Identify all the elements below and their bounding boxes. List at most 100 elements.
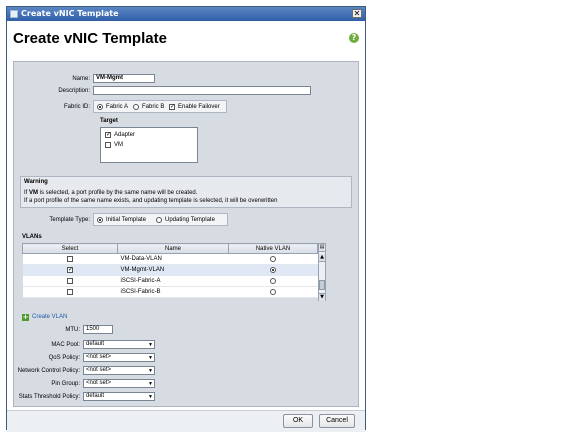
vlan-name-cell: VM-Data-VLAN [117, 253, 229, 265]
enable-failover-checkbox[interactable]: ✓ [169, 104, 175, 110]
select-cell [22, 253, 118, 265]
select-cell [22, 275, 118, 287]
form-panel: Name: VM-Mgmt Description: Fabric ID: Fa… [13, 61, 359, 407]
column-header-select[interactable]: Select [22, 243, 118, 254]
ok-button[interactable]: OK [283, 414, 313, 428]
select-cell [22, 286, 118, 298]
warning-line-1: If VM is selected, a port profile by the… [24, 190, 198, 196]
column-chooser-icon[interactable]: ▤ [319, 244, 325, 252]
title-bar[interactable]: Create vNIC Template ✕ [7, 7, 365, 21]
native-vlan-radio[interactable] [270, 266, 276, 273]
target-title: Target [100, 118, 118, 124]
table-row[interactable]: iSCSI-Fabric-A [22, 275, 318, 287]
vlan-select-checkbox[interactable]: ✓ [67, 266, 73, 273]
add-icon[interactable]: + [22, 314, 29, 321]
updating-template-radio[interactable] [156, 217, 162, 223]
initial-template-radio[interactable] [97, 217, 103, 223]
warning-box: Warning If VM is selected, a port profil… [20, 176, 352, 208]
network-control-policy-dropdown[interactable]: <not set> ▼ [83, 366, 155, 375]
target-adapter-checkbox[interactable]: ✓ [105, 132, 111, 138]
fabric-a-radio[interactable] [97, 104, 103, 110]
chevron-down-icon: ▼ [148, 368, 153, 374]
select-cell: ✓ [22, 264, 118, 276]
chevron-down-icon: ▼ [148, 394, 153, 400]
column-header-native-vlan[interactable]: Native VLAN [228, 243, 318, 254]
fabric-b-radio[interactable] [133, 104, 139, 110]
mac-pool-label: MAC Pool: [51, 342, 80, 348]
template-type-label: Template Type: [49, 217, 90, 223]
table-row[interactable]: iSCSI-Fabric-B [22, 286, 318, 298]
dialog-header: Create vNIC Template ? [7, 21, 365, 56]
target-vm-label: VM [114, 142, 123, 148]
mtu-label: MTU: [65, 327, 80, 333]
target-adapter-label: Adapter [114, 132, 136, 138]
window-title: Create vNIC Template [21, 9, 119, 18]
network-control-policy-label: Network Control Policy: [17, 368, 80, 374]
template-type-group: Initial Template Updating Template [93, 213, 228, 226]
pin-group-label: Pin Group: [51, 381, 80, 387]
vlan-select-checkbox[interactable] [67, 277, 73, 284]
chevron-down-icon: ▼ [148, 355, 153, 361]
description-field[interactable] [93, 86, 311, 95]
fabric-id-label: Fabric ID: [63, 104, 90, 110]
vlan-name-cell: VM-Mgmt-VLAN [117, 264, 229, 276]
scroll-thumb[interactable] [319, 280, 325, 290]
table-row[interactable]: VM-Data-VLAN [22, 253, 318, 265]
initial-template-label: Initial Template [106, 217, 146, 223]
warning-line-2: If a port profile of the same name exist… [24, 198, 278, 204]
native-cell [228, 275, 318, 287]
create-vlan-link[interactable]: Create VLAN [32, 314, 67, 320]
page-title: Create vNIC Template [13, 30, 167, 47]
pin-group-value: <not set> [86, 380, 112, 386]
chevron-down-icon: ▼ [148, 381, 153, 387]
table-row[interactable]: ✓ VM-Mgmt-VLAN [22, 264, 318, 276]
native-cell [228, 253, 318, 265]
fabric-b-label: Fabric B [142, 104, 165, 110]
vlan-name-cell: iSCSI-Fabric-B [117, 286, 229, 298]
network-control-policy-value: <not set> [86, 367, 112, 373]
native-cell [228, 286, 318, 298]
vlans-title: VLANs [22, 234, 42, 240]
scroll-up-icon[interactable]: ▲ [319, 254, 325, 262]
vlan-select-checkbox[interactable] [67, 288, 73, 295]
vlans-header-row: Select Name Native VLAN [22, 243, 318, 254]
vlan-select-checkbox[interactable] [67, 255, 73, 262]
pin-group-dropdown[interactable]: <not set> ▼ [83, 379, 155, 388]
native-vlan-radio[interactable] [270, 288, 276, 295]
cancel-button[interactable]: Cancel [319, 414, 355, 428]
warning-title: Warning [24, 179, 48, 185]
qos-policy-dropdown[interactable]: <not set> ▼ [83, 353, 155, 362]
vlans-table: Select Name Native VLAN VM-Data-VLAN ✓ V… [22, 243, 318, 298]
target-vm-checkbox[interactable] [105, 142, 111, 148]
dialog-body: Name: VM-Mgmt Description: Fabric ID: Fa… [7, 55, 365, 432]
name-field[interactable]: VM-Mgmt [93, 74, 155, 83]
mtu-field[interactable]: 1500 [83, 325, 113, 334]
fabric-a-label: Fabric A [106, 104, 129, 110]
help-icon[interactable]: ? [349, 33, 359, 43]
mac-pool-value: default [86, 341, 105, 347]
dialog-footer: OK Cancel [7, 410, 365, 432]
stats-threshold-policy-dropdown[interactable]: default ▼ [83, 392, 155, 401]
fabric-id-group: Fabric A Fabric B ✓ Enable Failover [93, 100, 227, 113]
enable-failover-label: Enable Failover [178, 104, 220, 110]
chevron-down-icon: ▼ [148, 342, 153, 348]
qos-policy-label: QoS Policy: [48, 355, 80, 361]
target-list: ✓ Adapter VM [100, 127, 198, 163]
description-label: Description: [58, 88, 90, 94]
dialog-window: Create vNIC Template ✕ Create vNIC Templ… [6, 6, 366, 432]
stats-threshold-policy-value: default [86, 393, 105, 399]
close-icon[interactable]: ✕ [352, 9, 362, 18]
qos-policy-value: <not set> [86, 354, 112, 360]
stats-threshold-policy-label: Stats Threshold Policy: [18, 394, 80, 400]
native-vlan-radio[interactable] [270, 255, 276, 262]
mac-pool-dropdown[interactable]: default ▼ [83, 340, 155, 349]
native-cell [228, 264, 318, 276]
native-vlan-radio[interactable] [270, 277, 276, 284]
vlans-scrollbar[interactable]: ▤ ▲ ▼ [318, 243, 326, 301]
column-header-name[interactable]: Name [117, 243, 229, 254]
updating-template-label: Updating Template [165, 217, 215, 223]
name-label: Name: [72, 76, 90, 82]
vlan-name-cell: iSCSI-Fabric-A [117, 275, 229, 287]
app-icon [10, 10, 18, 18]
scroll-down-icon[interactable]: ▼ [319, 293, 325, 301]
